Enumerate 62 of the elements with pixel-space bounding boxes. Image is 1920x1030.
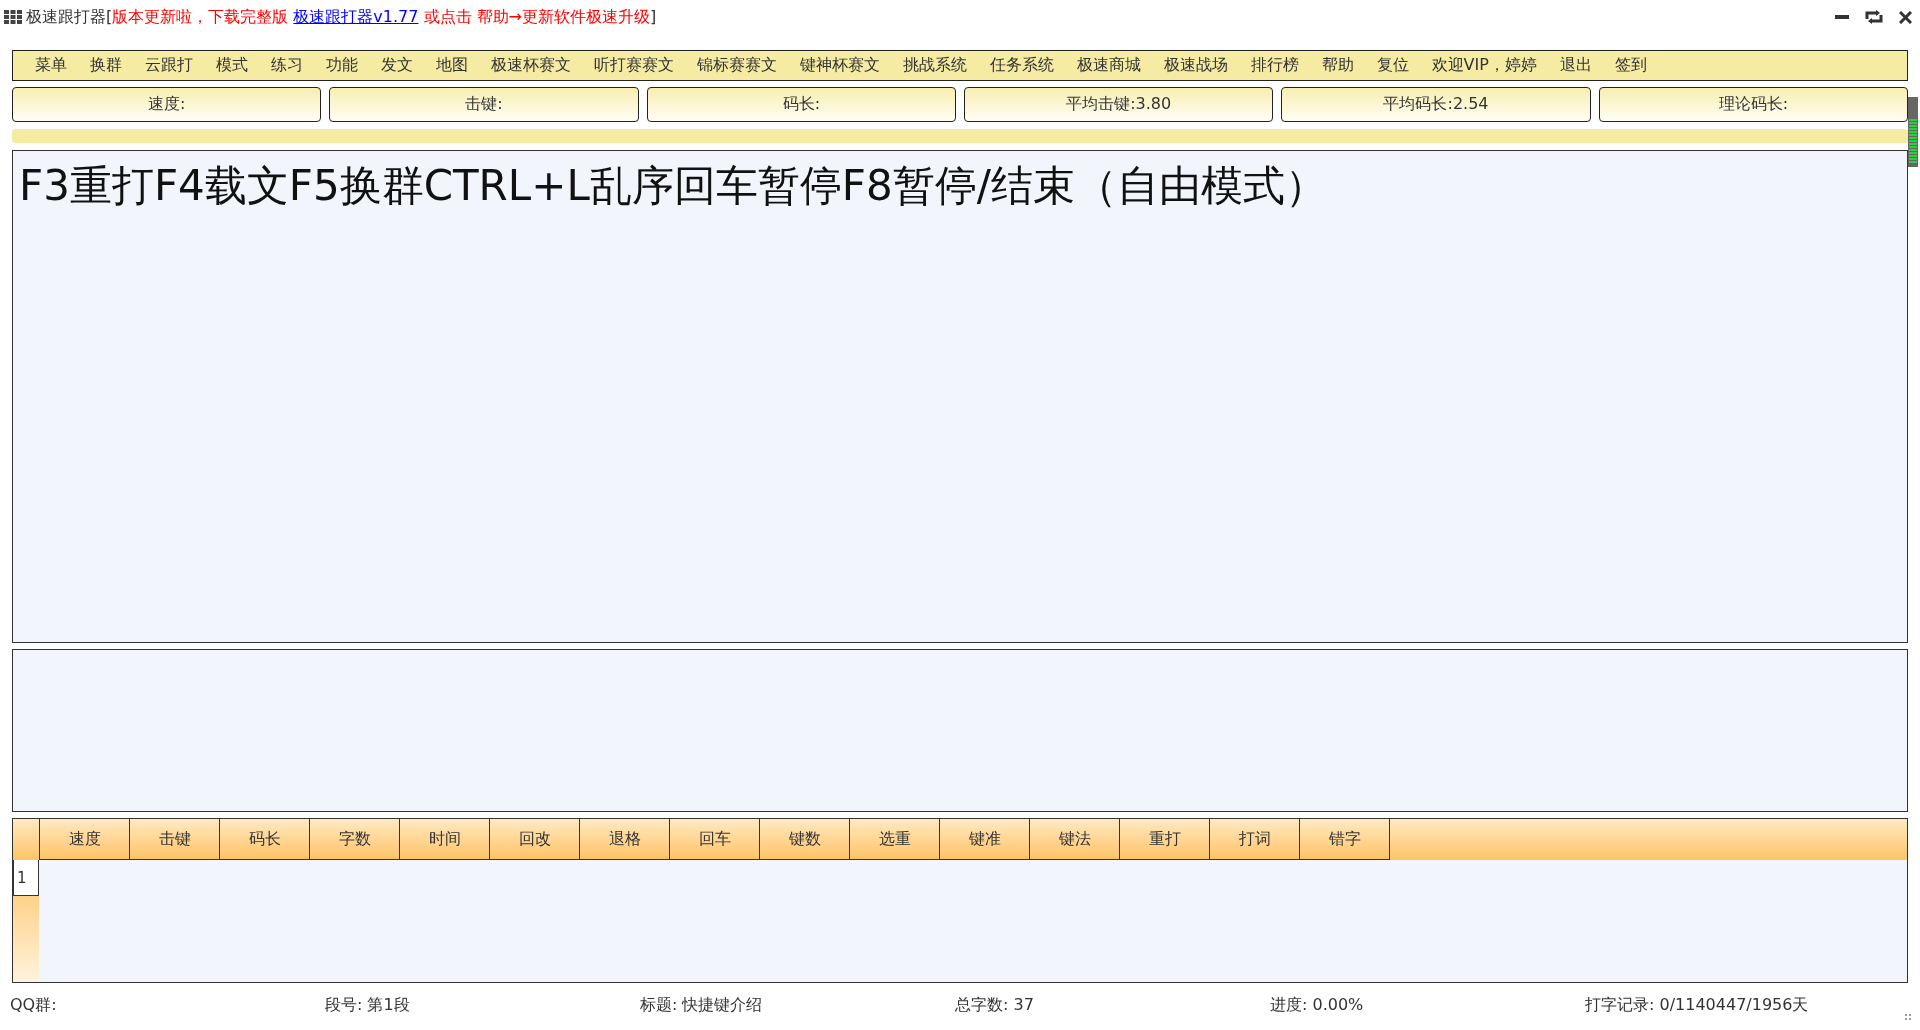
grid-icon (4, 10, 22, 24)
stat-button[interactable]: 速度: (12, 87, 322, 122)
menu-item[interactable]: 极速战场 (1152, 55, 1239, 76)
column-header[interactable]: 键法 (1030, 819, 1120, 860)
menu-item[interactable]: 欢迎VIP，婷婷 (1420, 55, 1549, 76)
menu-item[interactable]: 任务系统 (978, 55, 1065, 76)
menu-item[interactable]: 锦标赛赛文 (685, 55, 788, 76)
menu-item[interactable]: 签到 (1603, 55, 1659, 76)
menu-item[interactable]: 挑战系统 (891, 55, 978, 76)
menu-item[interactable]: 云跟打 (133, 55, 204, 76)
status-text: QQ群: (10, 994, 58, 1016)
status-text: 进度: 0.00% (1270, 994, 1365, 1016)
menu-item[interactable]: 功能 (314, 55, 369, 76)
notice-text: 或点击 帮助→更新软件极速升级 (422, 6, 650, 26)
resize-grip-icon[interactable] (1904, 1013, 1912, 1021)
column-header[interactable]: 重打 (1120, 819, 1210, 860)
menu-item[interactable]: 听打赛赛文 (582, 55, 685, 76)
column-header[interactable]: 码长 (220, 819, 310, 860)
status-text: 标题: 快捷键介绍 (640, 994, 764, 1016)
column-header[interactable]: 打词 (1210, 819, 1300, 860)
status-text: 段号: 第1段 (325, 994, 411, 1016)
row-header: 1 (13, 860, 39, 896)
column-header[interactable]: 选重 (850, 819, 940, 860)
column-header[interactable]: 回改 (490, 819, 580, 860)
column-header[interactable]: 回车 (670, 819, 760, 860)
column-header[interactable]: 字数 (310, 819, 400, 860)
notice-text: ] (650, 6, 657, 26)
column-header[interactable]: 键数 (760, 819, 850, 860)
menu-item[interactable]: 键神杯赛文 (788, 55, 891, 76)
stat-button[interactable]: 码长: (646, 87, 956, 122)
column-header[interactable]: 键准 (940, 819, 1030, 860)
menu-item[interactable]: 复位 (1365, 55, 1420, 76)
column-header[interactable]: 错字 (1300, 819, 1390, 860)
column-header[interactable]: 时间 (400, 819, 490, 860)
menu-item[interactable]: 菜单 (23, 55, 78, 76)
menu-item[interactable]: 模式 (204, 55, 259, 76)
window-title: 极速跟打器 (26, 6, 106, 28)
menu-item[interactable]: 换群 (78, 55, 133, 76)
menu-item[interactable]: 极速商城 (1065, 55, 1152, 76)
stat-button[interactable]: 平均击键:3.80 (964, 87, 1274, 122)
meter-drawing (1908, 97, 1918, 167)
column-header[interactable]: 击键 (130, 819, 220, 860)
status-text: 总字数: 37 (955, 994, 1035, 1016)
menu-item[interactable]: 排行榜 (1239, 55, 1310, 76)
update-link[interactable]: 极速跟打器v1.77 (293, 6, 419, 26)
menu-item[interactable]: 极速杯赛文 (479, 55, 582, 76)
notice-text: [ (106, 6, 113, 26)
status-text: 打字记录: 0/1140447/1956天 (1585, 994, 1810, 1016)
article-text: F3重打F4载文F5换群CTRL+L乱序回车暂停F8暂停/结束（自由模式） (19, 161, 1327, 212)
menu-item[interactable]: 退出 (1548, 55, 1604, 76)
stat-button[interactable]: 理论码长: (1598, 87, 1908, 122)
restore-icon[interactable] (1865, 10, 1883, 24)
notice-text: 版本更新啦，下载完整版 (112, 6, 290, 26)
menu-item[interactable]: 发文 (369, 55, 424, 76)
stat-button[interactable]: 平均码长:2.54 (1281, 87, 1591, 122)
menu-item[interactable]: 练习 (259, 55, 314, 76)
menu-item[interactable]: 地图 (424, 55, 479, 76)
stat-button[interactable]: 击键: (329, 87, 639, 122)
menu-item[interactable]: 帮助 (1310, 55, 1365, 76)
column-header[interactable]: 退格 (580, 819, 670, 860)
column-header[interactable]: 速度 (40, 819, 130, 860)
close-icon[interactable] (1899, 10, 1912, 24)
